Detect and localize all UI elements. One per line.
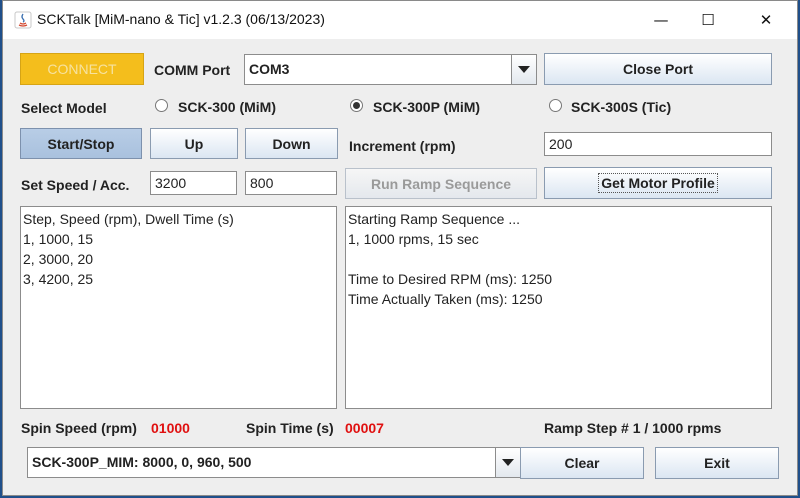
window-title: SCKTalk [MiM-nano & Tic] v1.2.3 (06/13/2…	[37, 11, 325, 27]
model-radio-sck300p[interactable]	[350, 99, 363, 112]
title-bar: SCKTalk [MiM-nano & Tic] v1.2.3 (06/13/2…	[3, 1, 797, 39]
log-line: Time Actually Taken (ms): 1250	[348, 291, 543, 307]
sequence-line: 3, 4200, 25	[23, 271, 94, 287]
minimize-button[interactable]: —	[639, 1, 683, 39]
ramp-step-status: Ramp Step # 1 / 1000 rpms	[544, 420, 722, 436]
sequence-line: Step, Speed (rpm), Dwell Time (s)	[23, 211, 234, 227]
close-icon: ✕	[759, 11, 773, 29]
increment-label: Increment (rpm)	[349, 138, 456, 154]
maximize-icon: ☐	[701, 11, 715, 29]
start-stop-button[interactable]: Start/Stop	[20, 128, 142, 159]
get-motor-profile-button[interactable]: Get Motor Profile	[544, 167, 772, 199]
up-button[interactable]: Up	[150, 128, 238, 159]
increment-input[interactable]: 200	[544, 132, 772, 156]
speed-input[interactable]: 3200	[150, 171, 237, 195]
clear-button[interactable]: Clear	[520, 447, 644, 479]
acceleration-input[interactable]: 800	[245, 171, 337, 195]
log-output-textarea[interactable]: Starting Ramp Sequence ... 1, 1000 rpms,…	[345, 206, 772, 409]
model-option-label[interactable]: SCK-300P (MiM)	[373, 99, 480, 115]
chevron-down-icon	[518, 66, 530, 73]
close-port-button[interactable]: Close Port	[544, 53, 772, 85]
ramp-sequence-textarea[interactable]: Step, Speed (rpm), Dwell Time (s) 1, 100…	[20, 206, 337, 409]
spin-speed-value: 01000	[151, 420, 190, 436]
spin-time-value: 00007	[345, 420, 384, 436]
comm-port-select[interactable]: COM3	[244, 54, 513, 85]
run-ramp-sequence-button[interactable]: Run Ramp Sequence	[345, 168, 537, 199]
spin-time-label: Spin Time (s)	[246, 420, 334, 436]
spin-speed-label: Spin Speed (rpm)	[21, 420, 137, 436]
model-option-label[interactable]: SCK-300S (Tic)	[571, 99, 671, 115]
select-model-label: Select Model	[21, 100, 107, 116]
minimize-icon: —	[653, 11, 669, 29]
connect-button[interactable]: CONNECT	[20, 53, 144, 85]
log-line-blank	[348, 249, 769, 269]
chevron-down-icon	[502, 459, 514, 466]
get-motor-profile-label: Get Motor Profile	[598, 173, 718, 193]
down-button[interactable]: Down	[245, 128, 338, 159]
maximize-button[interactable]: ☐	[686, 1, 730, 39]
close-window-button[interactable]: ✕	[744, 1, 788, 39]
model-option-label[interactable]: SCK-300 (MiM)	[178, 99, 276, 115]
log-line: Starting Ramp Sequence ...	[348, 211, 520, 227]
app-window: SCKTalk [MiM-nano & Tic] v1.2.3 (06/13/2…	[2, 0, 798, 496]
motor-profile-select[interactable]: SCK-300P_MIM: 8000, 0, 960, 500	[27, 447, 497, 478]
sequence-line: 1, 1000, 15	[23, 231, 94, 247]
exit-button[interactable]: Exit	[655, 447, 779, 479]
motor-profile-dropdown-button[interactable]	[495, 447, 521, 478]
java-app-icon	[14, 11, 32, 29]
model-radio-sck300[interactable]	[155, 99, 168, 112]
set-speed-label: Set Speed / Acc.	[21, 177, 130, 193]
log-line: 1, 1000 rpms, 15 sec	[348, 231, 479, 247]
sequence-line: 2, 3000, 20	[23, 251, 94, 267]
model-radio-sck300s[interactable]	[549, 99, 562, 112]
comm-port-label: COMM Port	[154, 62, 231, 78]
comm-port-dropdown-button[interactable]	[511, 54, 537, 85]
log-line: Time to Desired RPM (ms): 1250	[348, 271, 553, 287]
